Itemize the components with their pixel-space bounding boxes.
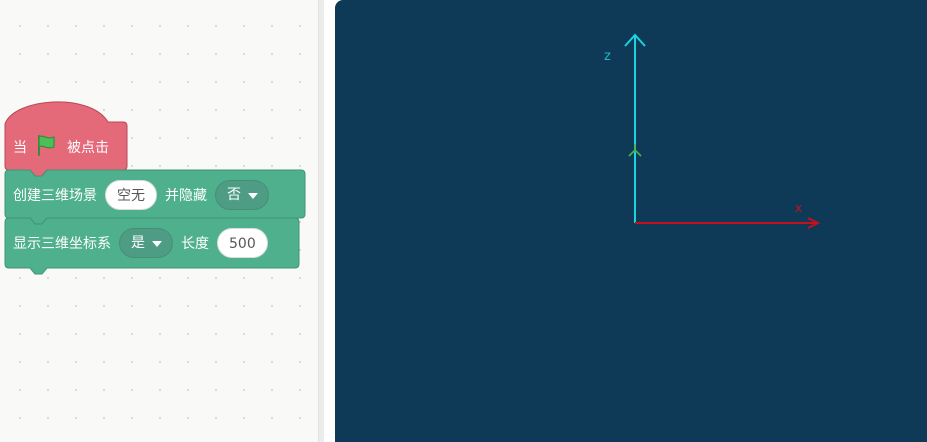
- hat-block[interactable]: 当 被点击: [13, 133, 117, 161]
- scene-name-input[interactable]: 空无: [105, 180, 157, 210]
- code-workspace[interactable]: 当 被点击 创建三维场景 空无 并隐藏 否 显示三维坐标系 是 长度 500: [0, 0, 322, 442]
- panel-divider: [324, 0, 335, 442]
- hat-prefix-text: 当: [13, 140, 27, 156]
- create-scene-block[interactable]: 创建三维场景 空无 并隐藏 否: [13, 179, 277, 211]
- z-axis-label: z: [604, 49, 611, 64]
- x-axis-label: x: [795, 201, 802, 215]
- hide-label: 并隐藏: [165, 188, 207, 204]
- chevron-down-icon: [152, 241, 162, 247]
- hide-dropdown-value: 否: [227, 187, 241, 203]
- length-input[interactable]: 500: [217, 228, 268, 258]
- length-label: 长度: [181, 236, 209, 252]
- green-flag-icon: [35, 134, 57, 160]
- show-axes-block[interactable]: 显示三维坐标系 是 长度 500: [13, 227, 276, 259]
- axes-helper: z x: [604, 33, 821, 229]
- chevron-down-icon: [248, 193, 258, 199]
- show-axes-label: 显示三维坐标系: [13, 236, 111, 252]
- show-axes-dropdown-value: 是: [131, 235, 145, 251]
- show-axes-dropdown[interactable]: 是: [119, 228, 173, 258]
- stage-canvas[interactable]: z x: [335, 0, 927, 442]
- create-scene-label: 创建三维场景: [13, 188, 97, 204]
- hide-dropdown[interactable]: 否: [215, 180, 269, 210]
- hat-suffix-text: 被点击: [67, 140, 109, 156]
